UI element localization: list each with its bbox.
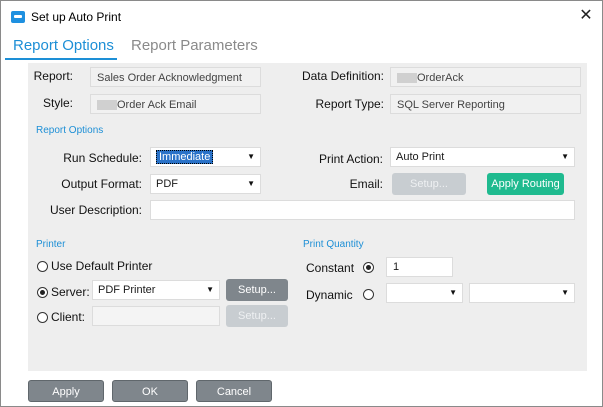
report-type-label: Report Type: — [315, 97, 384, 111]
user-description-label: User Description: — [49, 203, 142, 217]
chevron-down-icon: ▼ — [561, 288, 569, 297]
dynamic-label: Dynamic — [306, 288, 353, 302]
window-title: Set up Auto Print — [31, 10, 122, 24]
app-icon — [11, 11, 25, 23]
style-value: Order Ack Email — [117, 99, 197, 111]
tab-report-parameters[interactable]: Report Parameters — [131, 37, 258, 54]
chevron-down-icon: ▼ — [247, 152, 255, 161]
print-action-label: Print Action: — [318, 152, 383, 166]
apply-button[interactable]: Apply — [28, 380, 104, 402]
email-label: Email: — [349, 177, 383, 191]
report-type-field: SQL Server Reporting — [390, 94, 581, 114]
run-schedule-value: Immediate — [156, 150, 214, 164]
dynamic-radio[interactable] — [363, 289, 374, 300]
server-printer-radio[interactable] — [37, 287, 48, 298]
report-label: Report: — [33, 69, 73, 83]
data-definition-field: OrderAck — [390, 67, 581, 87]
run-schedule-label: Run Schedule: — [63, 151, 142, 165]
server-label: Server: — [51, 285, 90, 299]
title-bar: Set up Auto Print ✕ — [1, 1, 602, 33]
report-options-panel: Report: Sales Order Acknowledgment Style… — [28, 63, 587, 371]
report-value: Sales Order Acknowledgment — [97, 72, 242, 84]
server-setup-button[interactable]: Setup... — [226, 279, 288, 301]
close-icon[interactable]: ✕ — [576, 6, 596, 26]
report-field: Sales Order Acknowledgment — [90, 67, 261, 87]
print-quantity-section-title: Print Quantity — [303, 239, 364, 250]
ok-button[interactable]: OK — [112, 380, 188, 402]
server-printer-select[interactable]: PDF Printer ▼ — [92, 280, 220, 300]
printer-section-title: Printer — [36, 239, 66, 250]
user-description-input[interactable] — [150, 200, 575, 220]
chevron-down-icon: ▼ — [449, 288, 457, 297]
use-default-printer-label: Use Default Printer — [51, 259, 153, 273]
redacted-block — [397, 73, 417, 84]
style-label: Style: — [42, 96, 73, 110]
data-definition-value: OrderAck — [417, 72, 464, 84]
client-setup-button[interactable]: Setup... — [226, 305, 288, 327]
dynamic-table-select[interactable]: ▼ — [469, 283, 575, 303]
client-label: Client: — [51, 310, 86, 324]
chevron-down-icon: ▼ — [561, 152, 569, 161]
output-format-value: PDF — [156, 178, 178, 190]
output-format-select[interactable]: PDF ▼ — [150, 174, 261, 194]
data-definition-label: Data Definition: — [301, 69, 384, 83]
print-action-value: Auto Print — [396, 151, 445, 163]
run-schedule-select[interactable]: Immediate ▼ — [150, 147, 261, 167]
constant-label: Constant — [306, 261, 355, 275]
style-field: Order Ack Email — [90, 94, 261, 114]
tab-report-options[interactable]: Report Options — [13, 37, 114, 54]
apply-routing-button[interactable]: Apply Routing — [487, 173, 564, 195]
client-printer-radio[interactable] — [37, 312, 48, 323]
client-printer-input[interactable] — [92, 306, 220, 326]
chevron-down-icon: ▼ — [247, 179, 255, 188]
server-printer-value: PDF Printer — [98, 284, 156, 296]
chevron-down-icon: ▼ — [206, 285, 214, 294]
active-tab-indicator — [5, 58, 117, 60]
dynamic-field-select[interactable]: ▼ — [386, 283, 463, 303]
cancel-button[interactable]: Cancel — [196, 380, 272, 402]
email-setup-button[interactable]: Setup... — [392, 173, 466, 195]
report-options-section-title: Report Options — [36, 125, 104, 136]
dialog-window: Set up Auto Print ✕ Report Options Repor… — [0, 0, 603, 407]
output-format-label: Output Format: — [61, 177, 142, 191]
report-type-value: SQL Server Reporting — [397, 99, 505, 111]
constant-radio[interactable] — [363, 262, 374, 273]
constant-quantity-input[interactable]: 1 — [386, 257, 453, 277]
use-default-printer-radio[interactable] — [37, 261, 48, 272]
print-action-select[interactable]: Auto Print ▼ — [390, 147, 575, 167]
redacted-block — [97, 100, 117, 111]
